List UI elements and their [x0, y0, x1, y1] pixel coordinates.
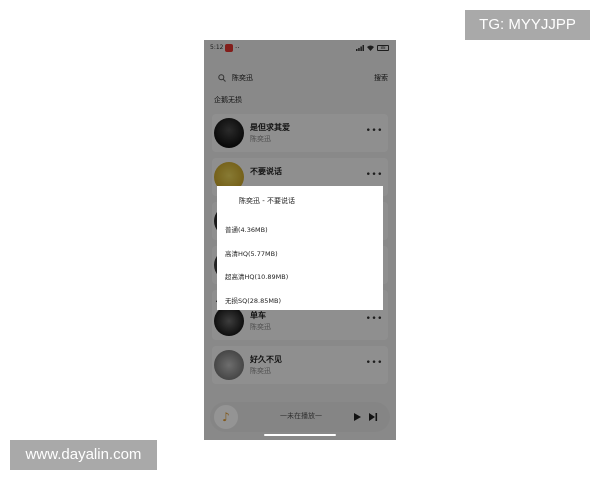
- quality-option-super-hq[interactable]: 超高清HQ(10.89MB): [225, 271, 288, 281]
- home-indicator[interactable]: [264, 434, 336, 436]
- quality-option-standard[interactable]: 普通(4.36MB): [225, 224, 268, 234]
- dialog-title: 陈奕迅 - 不要说话: [239, 197, 295, 205]
- quality-option-hq[interactable]: 高清HQ(5.77MB): [225, 248, 278, 258]
- watermark-site: www.dayalin.com: [10, 440, 157, 470]
- watermark-tg: TG: MYYJJPP: [465, 10, 590, 40]
- phone-screen: 5:12 ·· 88 陈奕迅 搜索 企鹅无损 是但求其爱 陈奕迅 ••• 不要说…: [204, 40, 396, 440]
- quality-dialog: 陈奕迅 - 不要说话 普通(4.36MB) 高清HQ(5.77MB) 超高清HQ…: [217, 186, 383, 310]
- quality-option-lossless[interactable]: 无损SQ(28.85MB): [225, 295, 281, 305]
